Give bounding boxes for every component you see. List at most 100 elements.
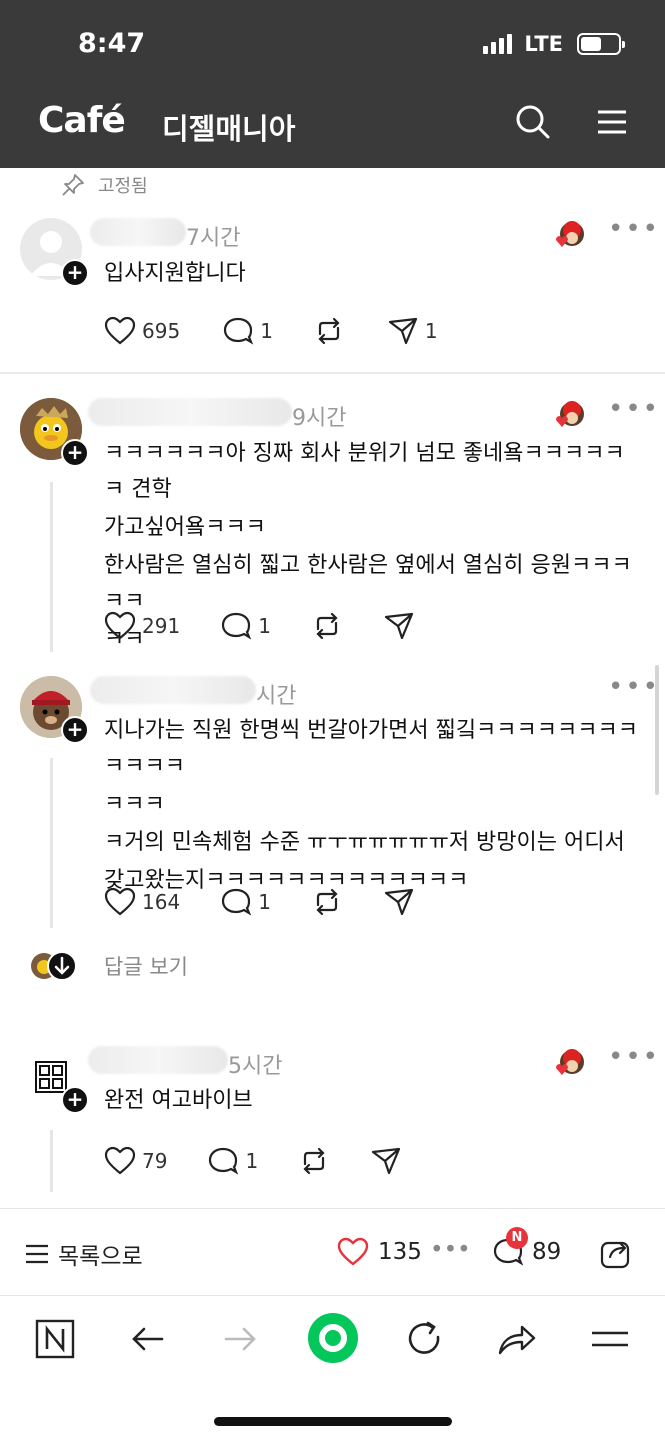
post-like-count: 135 xyxy=(378,1239,422,1265)
reply-button[interactable]: 1 xyxy=(207,1146,258,1176)
share-icon[interactable] xyxy=(598,1235,634,1271)
comment-text: 완전 여고바이브 xyxy=(104,1083,644,1121)
share-repost-button[interactable] xyxy=(298,1146,330,1176)
pin-icon xyxy=(62,174,84,196)
comment-bubble-wrap: N xyxy=(492,1227,528,1267)
reply-button[interactable]: 1 xyxy=(222,316,273,346)
send-icon xyxy=(388,317,418,345)
reply-count: 1 xyxy=(258,614,271,638)
status-time: 8:47 xyxy=(78,28,146,59)
post-action-bar: 목록으로 135 ••• N 89 xyxy=(0,1208,665,1296)
green-home-icon[interactable] xyxy=(306,1311,360,1365)
comment-line: 완전 여고바이브 xyxy=(104,1088,253,1113)
cafe-logo[interactable]: Café xyxy=(38,100,126,141)
like-count: 695 xyxy=(142,319,181,343)
refresh-icon[interactable] xyxy=(402,1317,446,1361)
more-options-icon[interactable]: ••• xyxy=(608,216,660,242)
comment-line: 지나가는 직원 한명씩 번갈아가면서 찗깈ㅋㅋㅋㅋㅋㅋㅋㅋㅋㅋㅋㅋ xyxy=(104,718,638,779)
reply-count: 1 xyxy=(258,890,271,914)
send-button[interactable] xyxy=(383,887,415,917)
comment-actions: 291 1 xyxy=(104,611,415,641)
follow-plus-icon[interactable]: + xyxy=(61,439,89,467)
reaction-badge-icon xyxy=(556,401,584,427)
more-dots-icon[interactable]: ••• xyxy=(430,1237,471,1263)
list-icon xyxy=(26,1244,48,1264)
share-repost-button[interactable] xyxy=(311,611,343,641)
send-button[interactable] xyxy=(370,1146,402,1176)
pinned-text: 고정됨 xyxy=(98,176,148,197)
home-indicator[interactable] xyxy=(214,1417,452,1426)
heart-icon xyxy=(104,887,136,916)
post-comment-count: 89 xyxy=(532,1239,562,1265)
share-repost-button[interactable] xyxy=(311,887,343,917)
send-button[interactable]: 1 xyxy=(387,316,438,346)
list-label: 목록으로 xyxy=(58,1244,143,1270)
blurred-username xyxy=(90,218,186,246)
post-like-button[interactable]: 135 xyxy=(336,1237,422,1267)
comment-actions: 695 1 1 xyxy=(104,316,438,346)
like-button[interactable]: 291 xyxy=(104,611,180,641)
back-to-list-button[interactable]: 목록으로 xyxy=(24,1237,143,1271)
follow-plus-icon[interactable]: + xyxy=(61,259,89,287)
comment-line: ㅋㅋㅋ xyxy=(104,792,165,817)
comment-time: 5시간 xyxy=(228,1054,283,1079)
more-options-icon[interactable]: ••• xyxy=(608,396,660,422)
more-options-icon[interactable]: ••• xyxy=(608,674,660,700)
blurred-username xyxy=(90,676,256,704)
follow-plus-icon[interactable]: + xyxy=(61,716,89,744)
send-icon xyxy=(384,888,414,916)
repost-icon xyxy=(303,1147,325,1175)
like-button[interactable]: 164 xyxy=(104,887,180,917)
reply-button[interactable]: 1 xyxy=(220,887,271,917)
comment-text: 지나가는 직원 한명씩 번갈아가면서 찗깈ㅋㅋㅋㅋㅋㅋㅋㅋㅋㅋㅋㅋ ㅋㅋㅋ ㅋ거… xyxy=(104,713,644,901)
heart-icon xyxy=(104,316,136,345)
reply-count: 1 xyxy=(260,319,273,343)
comment-time: 시간 xyxy=(256,684,297,709)
thread-line xyxy=(50,758,53,928)
reaction-badge-icon xyxy=(556,1049,584,1075)
repost-icon xyxy=(316,612,338,640)
divider xyxy=(0,372,665,374)
send-button[interactable] xyxy=(383,611,415,641)
network-label: LTE xyxy=(524,32,563,56)
scrollbar[interactable] xyxy=(655,665,659,795)
comment-line: ㅋ거의 민속체험 수준 ㅠㅜㅠㅠㅠㅠㅠ저 방망이는 어디서 xyxy=(104,830,625,855)
comment-time: 9시간 xyxy=(292,406,347,431)
comment-line: 가고싶어욬ㅋㅋㅋ xyxy=(104,515,266,540)
like-count: 79 xyxy=(142,1149,168,1173)
comment-line: ㅋㅋㅋㅋㅋㅋ아 징짜 회사 분위기 넘모 좋네욬ㅋㅋㅋㅋㅋㅋ 견학 xyxy=(104,441,625,502)
signal-icon xyxy=(483,34,513,54)
naver-n-icon[interactable] xyxy=(33,1317,77,1361)
comment-text: 입사지원합니다 xyxy=(104,256,644,294)
speech-bubble-icon xyxy=(222,612,252,640)
reply-avatars-icon xyxy=(31,951,77,981)
follow-plus-icon[interactable]: + xyxy=(61,1086,89,1114)
menu-icon[interactable] xyxy=(592,102,632,142)
view-replies-button[interactable]: 답글 보기 xyxy=(30,950,188,982)
like-button[interactable]: 695 xyxy=(104,316,180,346)
pinned-label: 고정됨 xyxy=(60,172,148,198)
like-button[interactable]: 79 xyxy=(104,1146,167,1176)
heart-icon xyxy=(104,1146,136,1175)
thread-line xyxy=(50,482,53,652)
comment-actions: 79 1 xyxy=(104,1146,402,1176)
search-icon[interactable] xyxy=(513,102,553,142)
comment-line: 입사지원합니다 xyxy=(104,261,246,286)
speech-bubble-icon xyxy=(209,1147,239,1175)
post-comments-button[interactable]: N 89 xyxy=(492,1227,562,1267)
back-arrow-icon[interactable] xyxy=(126,1317,170,1361)
share-repost-button[interactable] xyxy=(313,316,345,346)
send-count: 1 xyxy=(424,319,438,343)
speech-bubble-icon xyxy=(224,317,254,345)
more-options-icon[interactable]: ••• xyxy=(608,1044,660,1070)
repost-icon xyxy=(316,888,338,916)
share-arrow-icon[interactable] xyxy=(494,1317,538,1361)
comment-actions: 164 1 xyxy=(104,887,415,917)
repost-icon xyxy=(318,317,340,345)
reply-button[interactable]: 1 xyxy=(220,611,271,641)
comment-line: 한사람은 열심히 찗고 한사람은 옆에서 열심히 응원ㅋㅋㅋㅋㅋ xyxy=(104,553,632,614)
hamburger-menu-icon[interactable] xyxy=(588,1317,632,1361)
cafe-title[interactable]: 디젤매니아 xyxy=(162,106,295,148)
reaction-badge-icon xyxy=(556,221,584,247)
reply-count: 1 xyxy=(245,1149,259,1173)
